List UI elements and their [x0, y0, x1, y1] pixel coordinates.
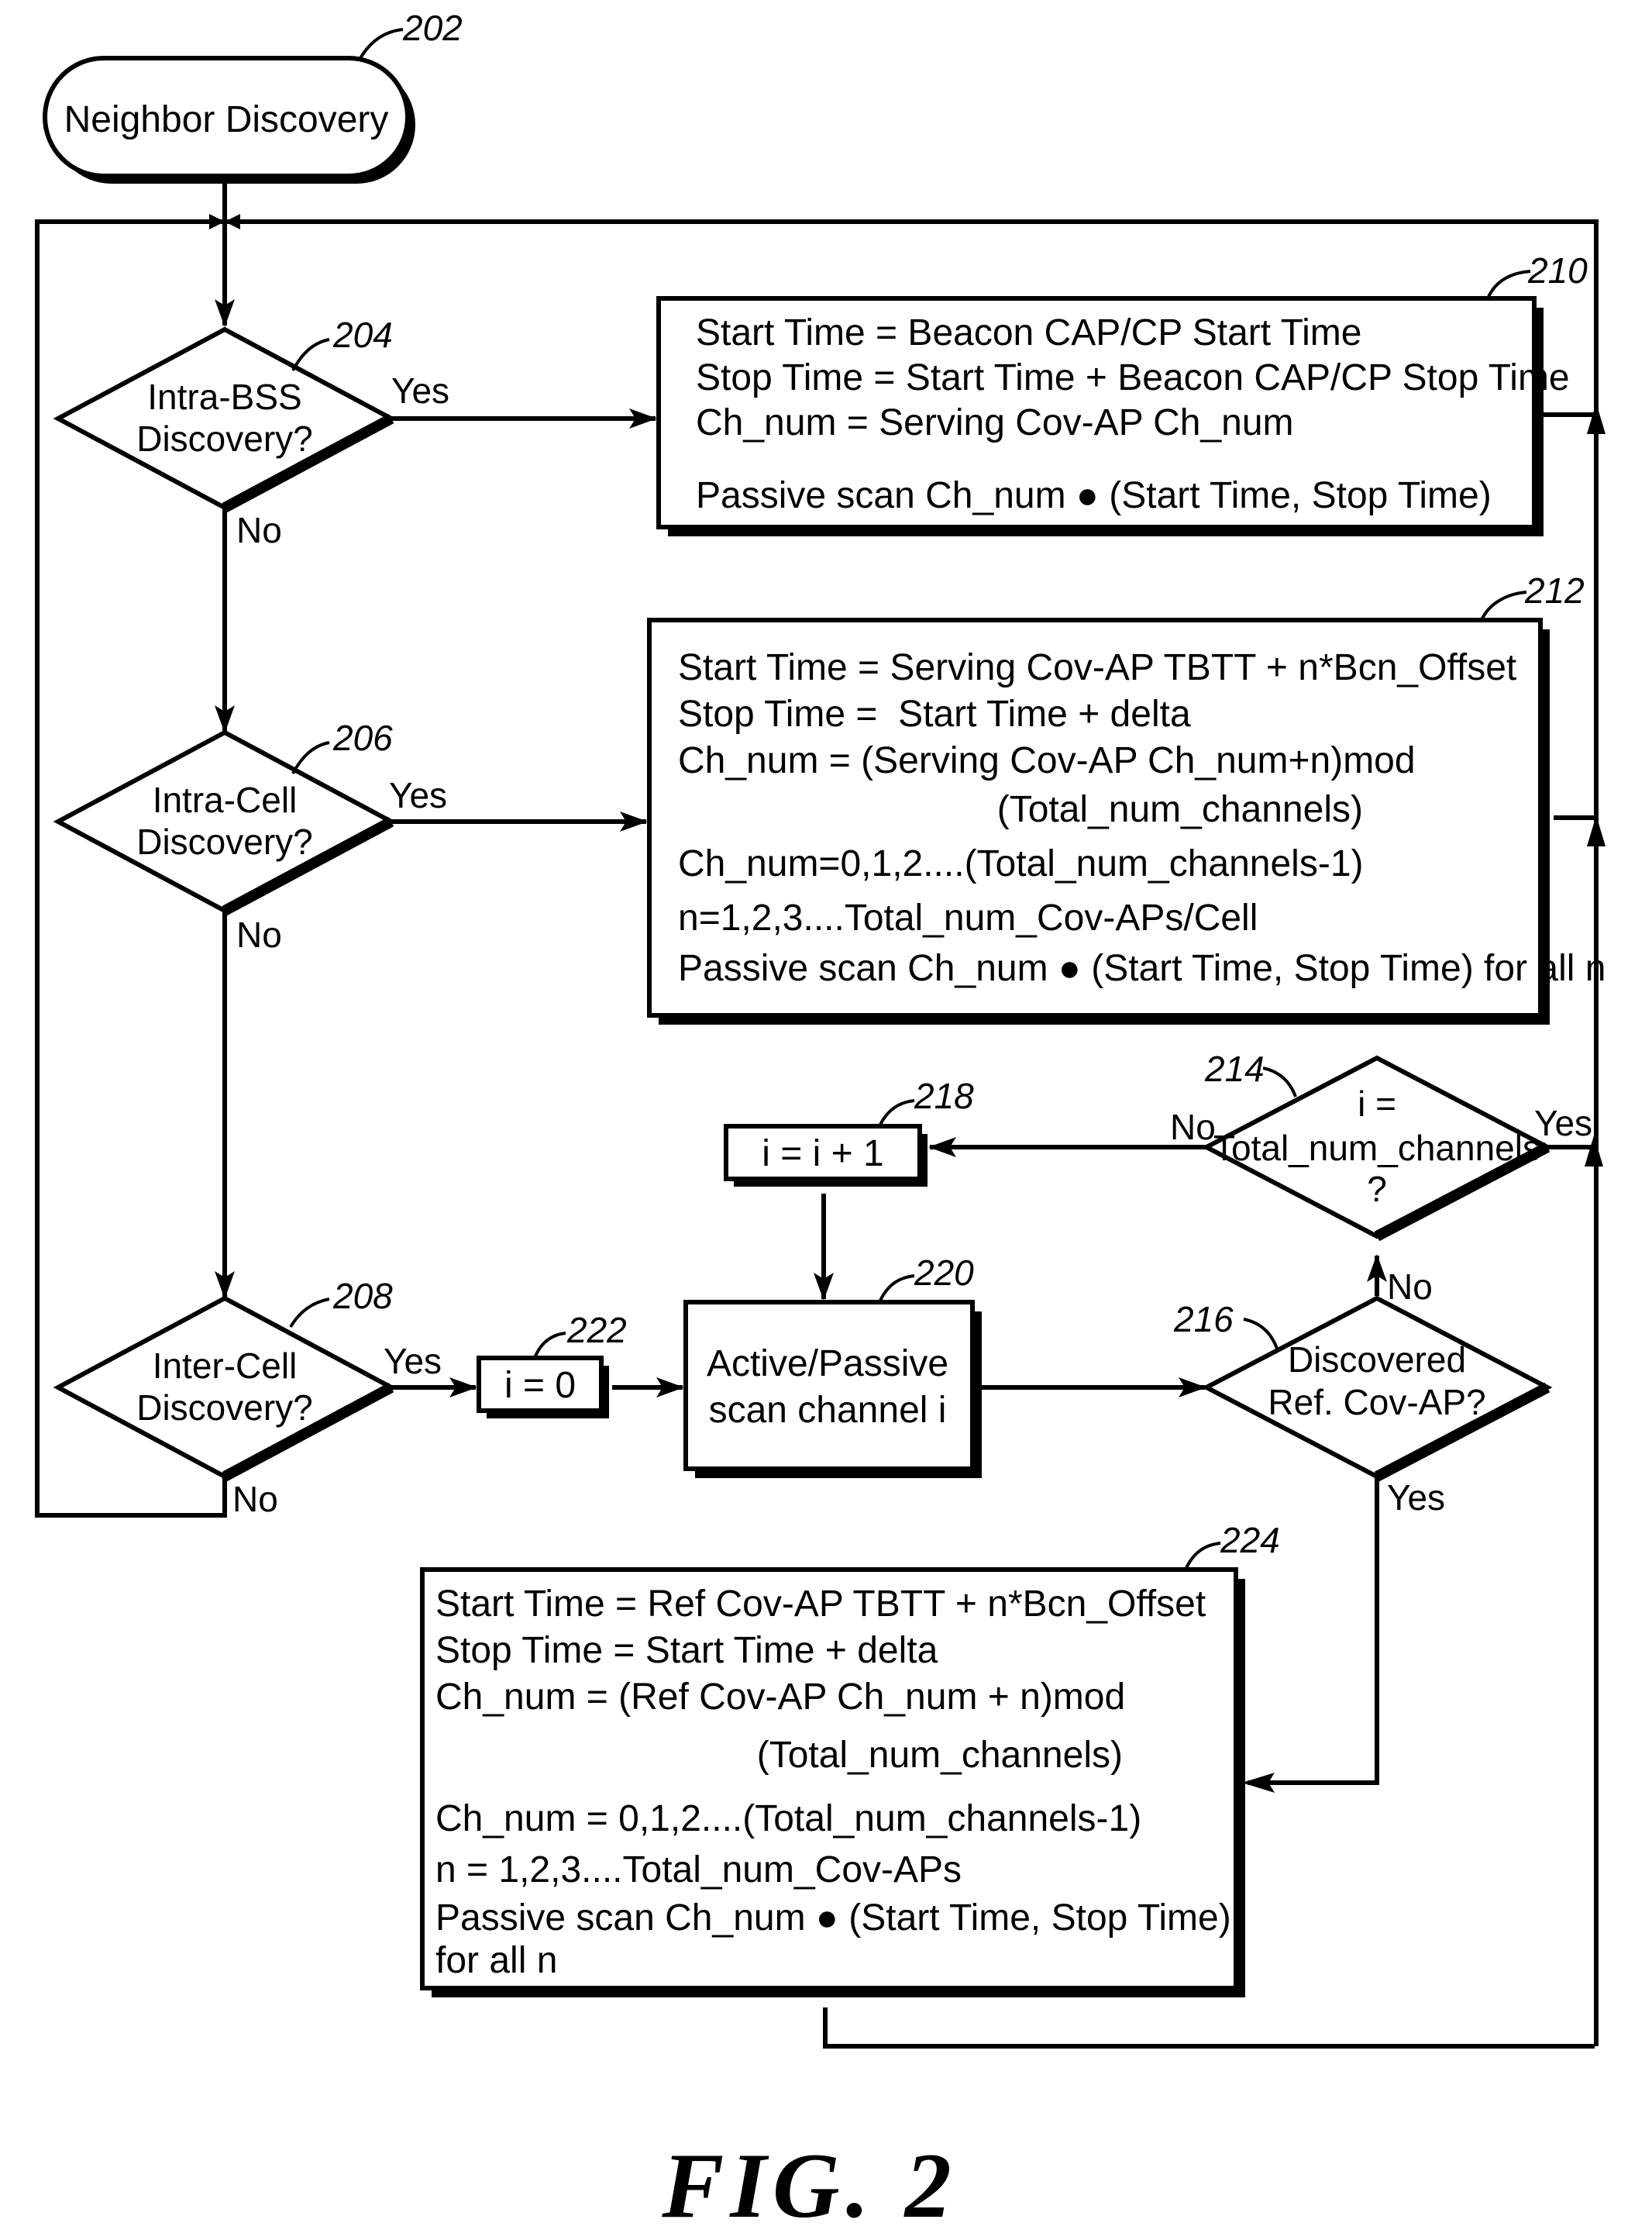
- box-line-5: Ch_num=0,1,2....(Total_num_channels-1): [678, 843, 1364, 884]
- box-line-1: Active/Passive: [707, 1343, 948, 1384]
- ref-206: 206: [332, 718, 393, 758]
- node-214-channel-check: i = Total_num_channels ? 214 No Yes: [1170, 1049, 1592, 1242]
- figure-caption: FIG. 2: [661, 2134, 957, 2237]
- box-line-1: Start Time = Serving Cov-AP TBTT + n*Bcn…: [678, 647, 1516, 688]
- ref-leader-214: [1262, 1067, 1297, 1098]
- node-216-ref-cov-ap: Discovered Ref. Cov-AP? 216 No Yes: [1173, 1266, 1553, 1518]
- ref-leader-202: [359, 28, 404, 60]
- decision-line-3: ?: [1367, 1169, 1387, 1209]
- box-line-7: Passive scan Ch_num ● (Start Time, Stop …: [678, 948, 1606, 989]
- ref-leader-220: [878, 1274, 915, 1303]
- box-shape: [683, 1300, 975, 1471]
- node-202-neighbor-discovery: Neighbor Discovery 202: [43, 8, 463, 184]
- label-yes-214: Yes: [1534, 1103, 1592, 1143]
- ref-leader-224: [1184, 1542, 1221, 1570]
- label-no-204: No: [236, 510, 282, 550]
- edge-208-no-loop: [35, 1477, 227, 1518]
- label-no-216: No: [1387, 1266, 1433, 1307]
- box-line-2: scan channel i: [709, 1390, 947, 1431]
- label-yes-216: Yes: [1387, 1477, 1445, 1518]
- ref-leader-212: [1480, 591, 1527, 621]
- decision-line-1: i =: [1358, 1084, 1396, 1124]
- box-line-3: Ch_num = Serving Cov-AP Ch_num: [696, 402, 1294, 443]
- ref-222: 222: [566, 1310, 627, 1350]
- ref-204: 204: [332, 315, 393, 355]
- ref-leader-210: [1486, 270, 1531, 299]
- ref-220: 220: [914, 1253, 974, 1293]
- box-line-2: Stop Time = Start Time + delta: [678, 694, 1191, 735]
- decision-line-1: Intra-BSS: [147, 377, 301, 417]
- box-line-2: Stop Time = Start Time + Beacon CAP/CP S…: [696, 357, 1570, 398]
- edge-224-return: [823, 2007, 1595, 2049]
- ref-leader-216: [1243, 1318, 1279, 1349]
- node-222-init: i = 0 222: [477, 1310, 627, 1418]
- box-label: i = 0: [504, 1365, 576, 1406]
- node-208-inter-cell: Inter-Cell Discovery? 208 Yes No: [53, 1276, 442, 1519]
- box-line-2: Stop Time = Start Time + delta: [435, 1630, 938, 1671]
- node-220-scan-channel: Active/Passive scan channel i 220: [683, 1253, 982, 1478]
- ref-214: 214: [1204, 1049, 1265, 1089]
- ref-leader-208: [289, 1297, 330, 1328]
- box-line-4: (Total_num_channels): [852, 789, 1363, 830]
- node-224-inter-cell-scan: Start Time = Ref Cov-AP TBTT + n*Bcn_Off…: [420, 1520, 1280, 1997]
- box-line-4: (Total_num_channels): [612, 1735, 1123, 1776]
- trunk-arrow-1: [1587, 403, 1606, 434]
- node-206-intra-cell: Intra-Cell Discovery? 206 Yes No: [53, 718, 447, 955]
- box-line-1: Start Time = Ref Cov-AP TBTT + n*Bcn_Off…: [435, 1584, 1206, 1625]
- box-label: i = i + 1: [762, 1133, 883, 1174]
- decision-line-2: Discovery?: [136, 1387, 313, 1428]
- label-no-214: No: [1170, 1107, 1216, 1147]
- decision-line-1: Intra-Cell: [153, 780, 298, 820]
- box-line-5: Ch_num = 0,1,2....(Total_num_channels-1): [435, 1798, 1141, 1839]
- decision-line-2: Ref. Cov-AP?: [1268, 1382, 1485, 1422]
- ref-202: 202: [402, 8, 463, 48]
- node-218-increment: i = i + 1 218: [724, 1076, 974, 1187]
- decision-line-2: Discovery?: [136, 822, 313, 862]
- label-yes-208: Yes: [384, 1341, 442, 1381]
- box-line-8: for all n: [435, 1940, 557, 1981]
- decision-line-2: Discovery?: [136, 419, 313, 459]
- box-line-6: n = 1,2,3....Total_num_Cov-APs: [435, 1849, 962, 1890]
- ref-216: 216: [1173, 1299, 1234, 1339]
- ref-208: 208: [332, 1276, 393, 1316]
- decision-line-2: Total_num_channels: [1213, 1128, 1540, 1168]
- terminal-label: Neighbor Discovery: [64, 99, 389, 140]
- ref-218: 218: [914, 1076, 974, 1116]
- ref-leader-204: [291, 338, 330, 371]
- label-yes-204: Yes: [391, 370, 449, 411]
- decision-line-1: Inter-Cell: [153, 1346, 298, 1386]
- label-yes-206: Yes: [389, 775, 447, 815]
- edge-216-224: [1248, 1473, 1379, 1785]
- ref-212: 212: [1524, 570, 1585, 611]
- box-line-6: n=1,2,3....Total_num_Cov-APs/Cell: [678, 898, 1258, 939]
- label-no-206: No: [236, 915, 282, 955]
- ref-leader-206: [291, 741, 330, 774]
- ref-210: 210: [1527, 250, 1588, 291]
- box-line-3: Ch_num = (Ref Cov-AP Ch_num + n)mod: [435, 1677, 1125, 1718]
- label-no-208: No: [232, 1479, 278, 1519]
- box-line-1: Start Time = Beacon CAP/CP Start Time: [696, 312, 1361, 353]
- box-line-7: Passive scan Ch_num ● (Start Time, Stop …: [435, 1897, 1231, 1938]
- box-line-3: Ch_num = (Serving Cov-AP Ch_num+n)mod: [678, 740, 1416, 781]
- node-212-intra-cell-scan: Start Time = Serving Cov-AP TBTT + n*Bcn…: [647, 570, 1606, 1025]
- node-210-intra-bss-scan: Start Time = Beacon CAP/CP Start Time St…: [656, 250, 1588, 536]
- decision-line-1: Discovered: [1288, 1339, 1466, 1380]
- box-line-5: Passive scan Ch_num ● (Start Time, Stop …: [696, 475, 1492, 516]
- ref-leader-218: [878, 1099, 915, 1127]
- ref-leader-222: [533, 1332, 566, 1359]
- flowchart: Neighbor Discovery 202 Intra-BSS Discove…: [35, 8, 1606, 2237]
- node-204-intra-bss: Intra-BSS Discovery? 204 Yes No: [53, 315, 449, 550]
- ref-224: 224: [1220, 1520, 1280, 1560]
